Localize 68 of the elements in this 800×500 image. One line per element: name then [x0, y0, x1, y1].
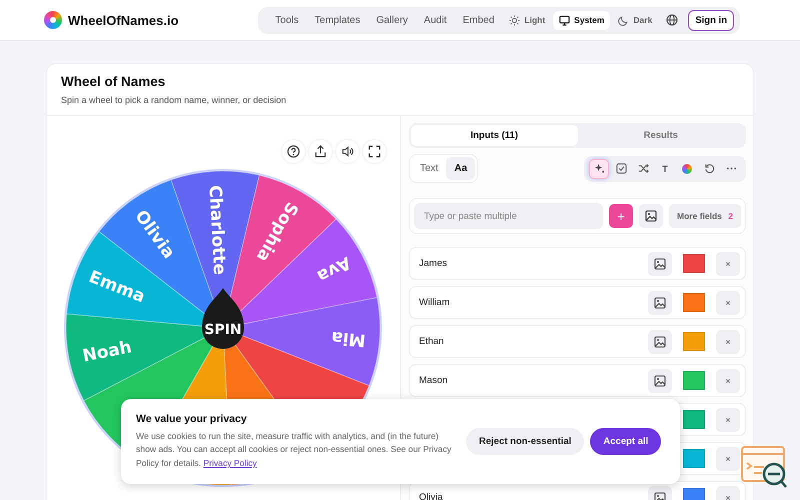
tab[interactable]: Inputs (11): [411, 125, 578, 146]
nav-link[interactable]: Tools: [268, 14, 306, 26]
wheel-label: Mia: [330, 326, 366, 350]
wheel-label: Noah: [80, 337, 134, 367]
privacy-policy-link[interactable]: Privacy Policy: [203, 458, 257, 468]
mode-option[interactable]: Aa: [446, 157, 476, 180]
volume-icon[interactable]: [336, 140, 359, 162]
color-swatch[interactable]: [683, 410, 705, 429]
cookie-text: We use cookies to run the site, measure traffic with analytics, and (in the future) show ads. You can accept all cookies or reject non-essential ones. See our Privacy Policy for details. Privacy Policy: [136, 430, 452, 470]
shuffle-icon: [638, 163, 648, 174]
name-input-field[interactable]: Type or paste multiple: [414, 203, 604, 229]
color-swatch[interactable]: [683, 332, 705, 351]
color-swatch[interactable]: [683, 254, 705, 273]
remove-button[interactable]: ×: [716, 486, 740, 500]
remove-button[interactable]: ×: [716, 446, 740, 470]
card-subtitle: Spin a wheel to pick a random name, winner, or decision: [61, 95, 288, 105]
remove-button[interactable]: ×: [716, 290, 740, 314]
brand-name[interactable]: WheelOfNames.io: [68, 12, 179, 28]
sign-in-button[interactable]: Sign in: [688, 10, 734, 30]
share-icon[interactable]: [309, 140, 332, 162]
tab[interactable]: Results: [578, 125, 744, 146]
color-wheel-icon: [682, 164, 692, 174]
image-icon[interactable]: [648, 330, 672, 354]
image-icon[interactable]: [639, 204, 664, 228]
monitor-icon: [559, 14, 570, 26]
nav-link[interactable]: Audit: [416, 14, 454, 26]
sun-icon: [509, 14, 520, 26]
sparkle-icon: [594, 163, 604, 174]
checklist-icon: [616, 163, 626, 174]
remove-button[interactable]: ×: [716, 330, 740, 354]
color-swatch[interactable]: [683, 293, 705, 312]
tool-button[interactable]: T: [655, 158, 675, 178]
theme-option[interactable]: Dark: [612, 10, 658, 30]
theme-option[interactable]: System: [553, 10, 610, 30]
remove-button[interactable]: ×: [716, 252, 740, 276]
color-swatch[interactable]: [683, 371, 705, 390]
entry-name: Ethan: [419, 336, 445, 347]
wheel-label: Ava: [314, 252, 354, 286]
mode-option[interactable]: Text: [412, 157, 446, 180]
entry-name: James: [419, 258, 448, 269]
globe-icon[interactable]: [666, 14, 678, 26]
cookie-title: We value your privacy: [136, 412, 248, 425]
color-swatch[interactable]: [683, 449, 705, 468]
add-button[interactable]: +: [609, 204, 634, 228]
card-title: Wheel of Names: [61, 74, 166, 89]
reject-button[interactable]: Reject non-essential: [466, 428, 584, 455]
reset-icon: [704, 163, 714, 174]
image-icon[interactable]: [648, 252, 672, 276]
entry-name: Olivia: [419, 492, 444, 500]
remove-button[interactable]: ×: [716, 368, 740, 392]
image-icon[interactable]: [648, 368, 672, 392]
image-icon[interactable]: [648, 290, 672, 314]
nav-link[interactable]: Templates: [308, 14, 368, 26]
entry-name: Mason: [419, 375, 449, 386]
help-icon[interactable]: [282, 140, 305, 162]
tool-button[interactable]: [589, 158, 609, 178]
accept-button[interactable]: Accept all: [590, 428, 662, 455]
entry-name: William: [419, 297, 451, 308]
fullscreen-icon[interactable]: [363, 140, 386, 162]
wheel-label: Charlotte: [204, 184, 230, 276]
theme-option[interactable]: Light: [503, 10, 552, 30]
more-fields-button[interactable]: More fields 2: [669, 204, 741, 228]
nav-link[interactable]: Gallery: [369, 14, 415, 26]
logo-icon: [44, 11, 62, 29]
nav-link[interactable]: Embed: [456, 14, 502, 26]
remove-button[interactable]: ×: [716, 408, 740, 432]
moon-icon: [618, 14, 630, 26]
spin-button[interactable]: SPIN: [202, 288, 244, 349]
